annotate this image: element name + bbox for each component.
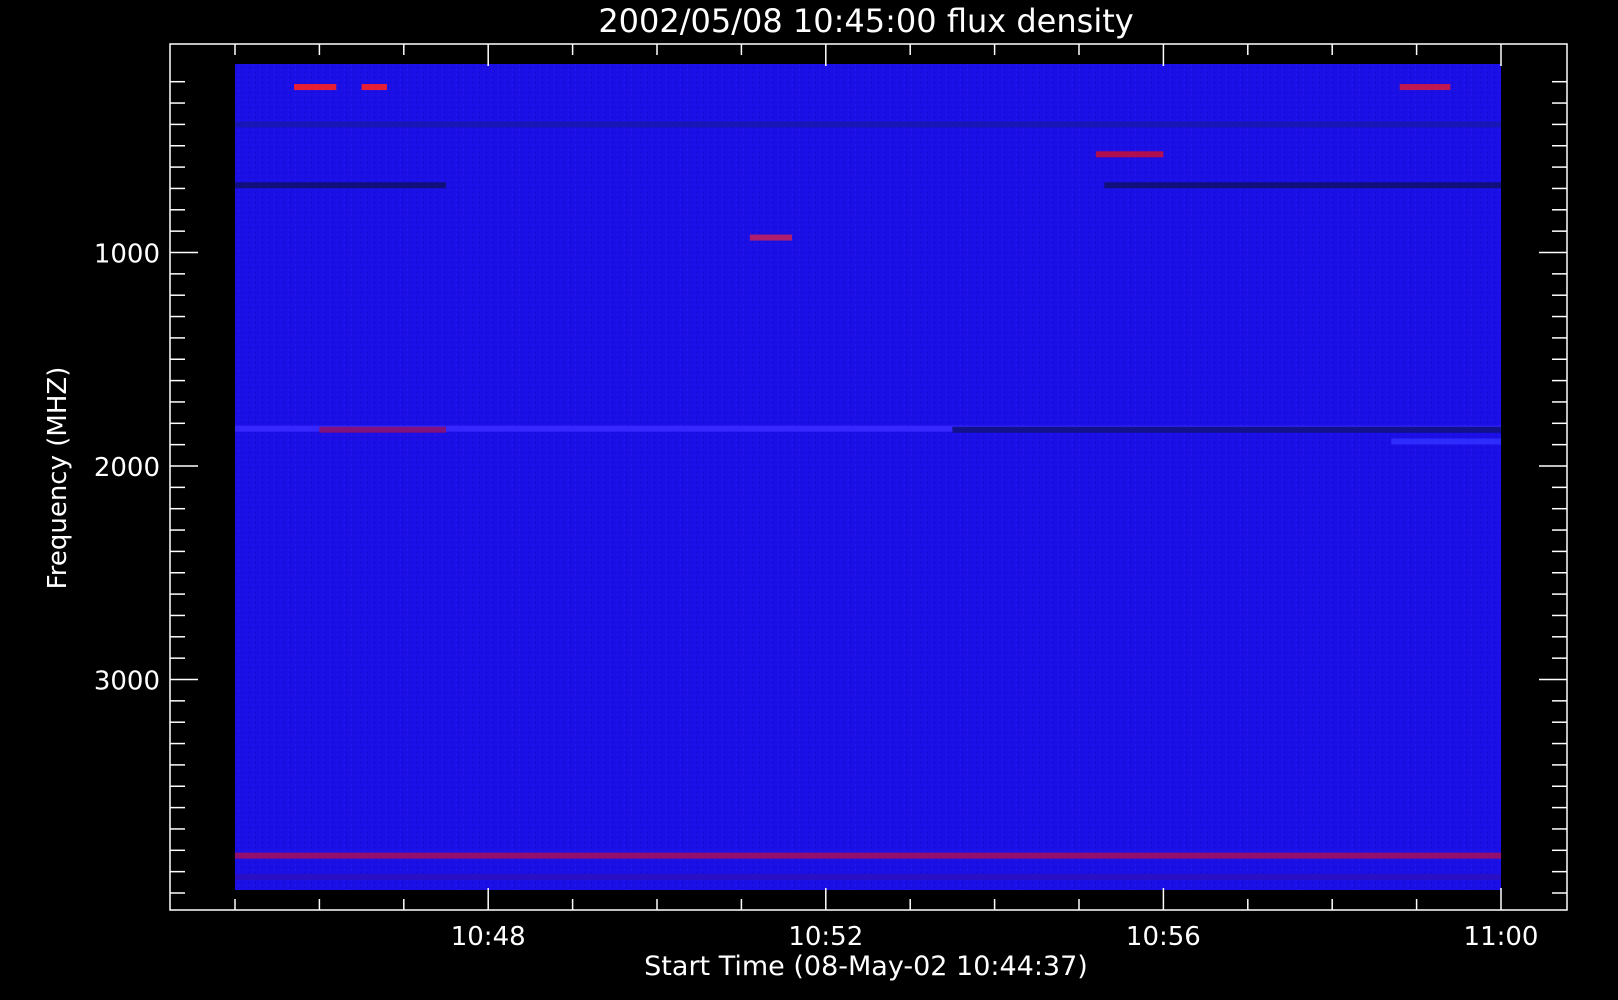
- heatmap-band: [235, 873, 1501, 880]
- x-tick-label: 10:48: [451, 922, 526, 952]
- heatmap-band: [1104, 182, 1501, 189]
- spectrogram-chart: 10:48 10:52 10:56 11:00 1000 2000 3000 2002/0…: [43, 2, 1568, 982]
- heatmap-band: [235, 852, 1501, 859]
- heatmap-band: [235, 182, 446, 189]
- y-tick-labels: 1000 2000 3000: [94, 240, 160, 697]
- heatmap-band: [1095, 151, 1164, 158]
- x-tick-labels: 10:48 10:52 10:56 11:00: [451, 922, 1539, 952]
- x-axis-label: Start Time (08-May-02 10:44:37): [644, 951, 1088, 982]
- x-tick-label: 10:56: [1126, 922, 1201, 952]
- heatmap-band: [235, 121, 1501, 128]
- y-tick-label: 1000: [94, 240, 160, 270]
- heatmap-band: [1391, 438, 1501, 445]
- heatmap-band: [319, 426, 446, 433]
- heatmap-band: [1399, 84, 1451, 91]
- y-tick-label: 3000: [94, 667, 160, 697]
- x-tick-label: 10:52: [788, 922, 863, 952]
- heatmap-band: [952, 426, 1501, 433]
- y-axis-label: Frequency (MHZ): [43, 367, 73, 590]
- heatmap-band: [294, 84, 337, 91]
- y-tick-label: 2000: [94, 453, 160, 483]
- heatmap-band: [749, 234, 793, 241]
- x-tick-label: 11:00: [1464, 922, 1539, 952]
- chart-title: 2002/05/08 10:45:00 flux density: [598, 2, 1133, 40]
- heatmap-band: [361, 84, 387, 91]
